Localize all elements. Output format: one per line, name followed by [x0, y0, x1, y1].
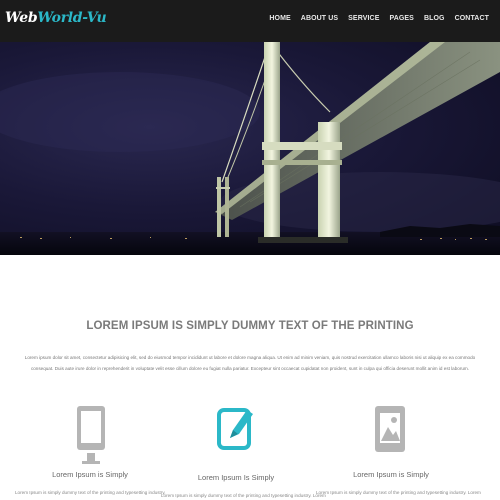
feature-description-2: Lorem Ipsum is simply dummy text of the …: [161, 493, 326, 498]
feature-title-2: Lorem Ipsum Is Simply: [197, 473, 275, 482]
menu-item-pages[interactable]: PAGES: [384, 15, 419, 22]
tablet-icon: [76, 405, 106, 470]
menu-item-blog[interactable]: BLOG: [419, 15, 450, 22]
feature-title-3: Lorem Ipsum is Simply: [353, 470, 429, 479]
logo-text-part1: Web: [5, 10, 38, 26]
section-headline: LOREM IPSUM IS SIMPLY DUMMY TEXT OF THE …: [86, 320, 414, 332]
menu-item-about-us[interactable]: ABOUT US: [296, 15, 343, 22]
feature-description-3: Lorem Ipsum is simply dummy text of the …: [316, 490, 481, 495]
feature-card-2: Lorem Ipsum Is Simply Lorem Ipsum is sim…: [161, 400, 326, 500]
main-menu: HOME ABOUT US SERVICE PAGES BLOG CONTACT: [264, 15, 494, 22]
menu-item-service[interactable]: SERVICE: [343, 15, 384, 22]
site-logo[interactable]: WebWorld-Vu: [5, 10, 107, 26]
image-icon: [374, 405, 406, 460]
feature-card-3: Lorem Ipsum is Simply Lorem Ipsum is sim…: [316, 400, 481, 500]
intro-paragraph: Lorem ipsum dolor sit amet, consectetur …: [24, 355, 476, 371]
navbar: WebWorld-Vu HOME ABOUT US SERVICE PAGES …: [0, 0, 500, 42]
hero-banner-image: [0, 42, 500, 255]
logo-text-part2: World-Vu: [37, 10, 107, 26]
bridge-illustration: [0, 42, 500, 255]
feature-title-1: Lorem Ipsum is Simply: [52, 470, 128, 479]
feature-card-1: Lorem Ipsum is Simply Lorem Ipsum is sim…: [15, 400, 166, 500]
menu-item-contact[interactable]: CONTACT: [450, 15, 494, 22]
menu-item-home[interactable]: HOME: [264, 15, 295, 22]
feature-description-1: Lorem Ipsum is simply dummy text of the …: [15, 490, 166, 495]
edit-icon: [216, 404, 256, 457]
